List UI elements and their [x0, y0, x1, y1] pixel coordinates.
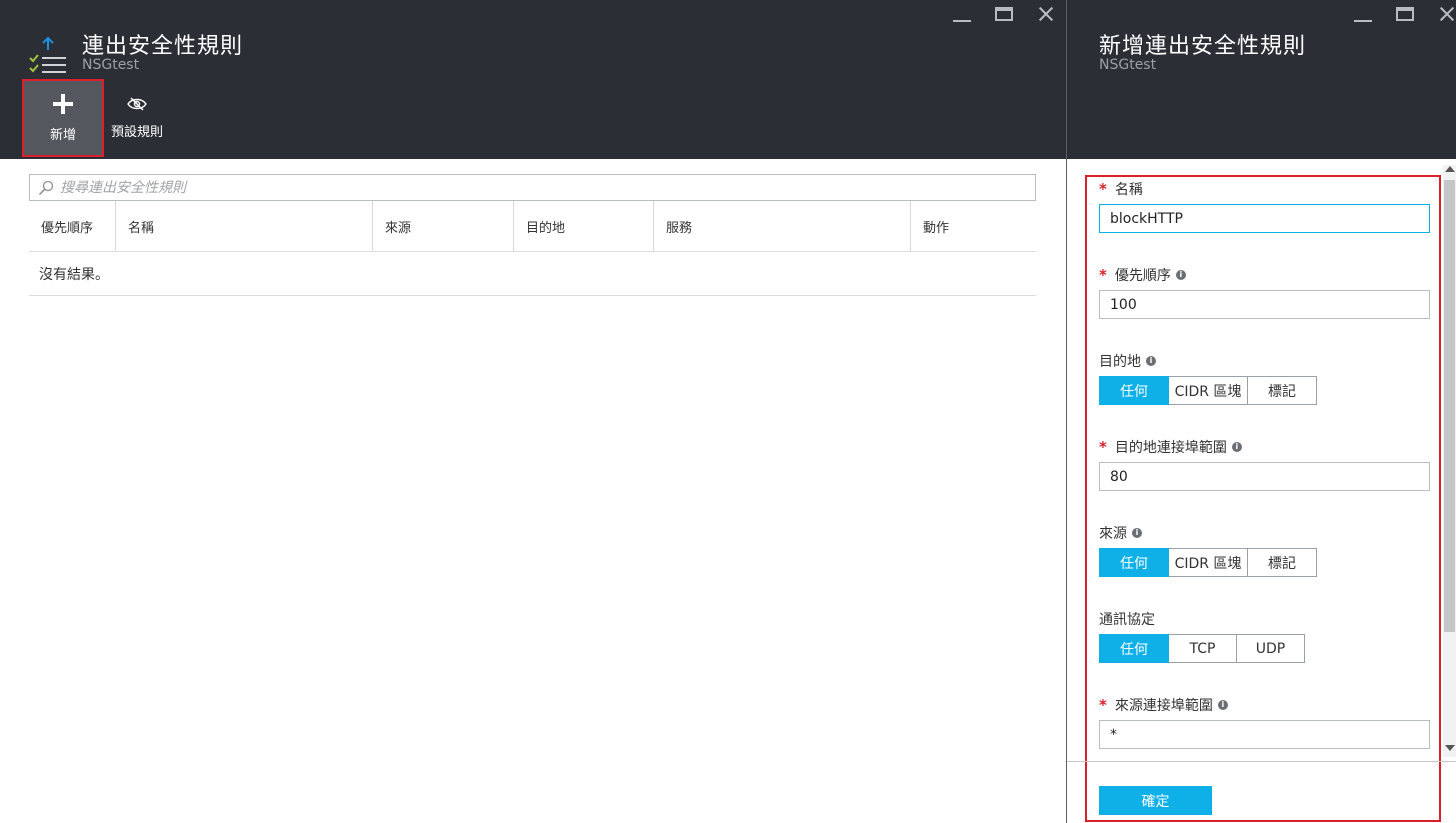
scroll-up-icon[interactable] — [1445, 166, 1455, 172]
source-option-tag[interactable]: 標記 — [1248, 548, 1317, 577]
protocol-selector: 任何 TCP UDP — [1099, 634, 1305, 663]
portal-workspace: 連出安全性規則 NSGtest 新增 預設規則 搜尋連出安全性規則 優先順序 名… — [0, 0, 1456, 823]
required-marker: * — [1099, 266, 1107, 284]
protocol-option-any[interactable]: 任何 — [1099, 634, 1169, 663]
required-marker: * — [1099, 696, 1107, 714]
command-bar: 新增 預設規則 — [22, 79, 169, 157]
blade-header: 連出安全性規則 NSGtest 新增 預設規則 — [0, 0, 1066, 159]
ok-button[interactable]: 確定 — [1099, 786, 1212, 815]
destination-option-tag[interactable]: 標記 — [1248, 376, 1317, 405]
blade-header: 新增連出安全性規則 NSGtest — [1067, 0, 1456, 159]
destination-label-text: 目的地 — [1099, 354, 1141, 370]
info-icon[interactable]: i — [1132, 528, 1142, 538]
security-rules-icon — [29, 36, 66, 73]
outbound-rules-blade: 連出安全性規則 NSGtest 新增 預設規則 搜尋連出安全性規則 優先順序 名… — [0, 0, 1066, 823]
blade-subtitle: NSGtest — [1099, 57, 1157, 73]
rules-grid: 優先順序 名稱 來源 目的地 服務 動作 沒有結果。 — [29, 201, 1036, 296]
page-title: 連出安全性規則 — [82, 34, 244, 59]
protocol-option-udp[interactable]: UDP — [1237, 634, 1305, 663]
name-label: * 名稱 — [1099, 180, 1143, 198]
grid-header: 優先順序 名稱 來源 目的地 服務 動作 — [29, 201, 1036, 252]
window-controls — [950, 4, 1058, 24]
source-selector: 任何 CIDR 區塊 標記 — [1099, 548, 1317, 577]
destination-option-any[interactable]: 任何 — [1099, 376, 1169, 405]
name-input[interactable] — [1099, 204, 1430, 233]
protocol-label-text: 通訊協定 — [1099, 612, 1155, 628]
source-label: 來源 i — [1099, 524, 1142, 542]
source-label-text: 來源 — [1099, 526, 1127, 542]
source-port-label-text: 來源連接埠範圍 — [1114, 698, 1213, 714]
plus-icon — [53, 93, 73, 114]
minimize-icon[interactable] — [1351, 4, 1375, 24]
add-button[interactable]: 新增 — [22, 79, 104, 157]
priority-label-text: 優先順序 — [1114, 268, 1171, 284]
info-icon[interactable]: i — [1231, 442, 1242, 452]
priority-label: * 優先順序 i — [1099, 266, 1186, 284]
destination-label: 目的地 i — [1099, 352, 1156, 370]
protocol-label: 通訊協定 — [1099, 610, 1155, 628]
source-option-cidr[interactable]: CIDR 區塊 — [1169, 548, 1248, 577]
maximize-icon[interactable] — [1393, 4, 1417, 24]
search-icon — [38, 180, 54, 195]
priority-input[interactable] — [1099, 290, 1430, 319]
column-action[interactable]: 動作 — [911, 201, 1036, 251]
column-source[interactable]: 來源 — [373, 201, 514, 251]
info-icon[interactable]: i — [1146, 356, 1156, 366]
add-outbound-rule-blade: 新增連出安全性規則 NSGtest * 名稱 * 優先順序 i 目的地 i 任何 CID… — [1066, 0, 1456, 823]
required-marker: * — [1099, 180, 1107, 198]
name-label-text: 名稱 — [1114, 182, 1143, 198]
search-input[interactable] — [60, 179, 1020, 196]
scrollbar-thumb[interactable] — [1444, 180, 1455, 632]
destination-option-cidr[interactable]: CIDR 區塊 — [1169, 376, 1248, 405]
scroll-down-icon[interactable] — [1445, 745, 1455, 751]
protocol-option-tcp[interactable]: TCP — [1169, 634, 1237, 663]
window-controls — [1351, 4, 1456, 24]
source-port-input[interactable] — [1099, 720, 1430, 749]
info-icon[interactable]: i — [1175, 270, 1186, 280]
destination-port-label-text: 目的地連接埠範圍 — [1114, 440, 1227, 456]
search-box — [29, 174, 1036, 201]
default-rules-button[interactable]: 預設規則 — [105, 79, 169, 157]
maximize-icon[interactable] — [992, 4, 1016, 24]
destination-selector: 任何 CIDR 區塊 標記 — [1099, 376, 1317, 405]
page-subtitle: NSGtest — [82, 57, 140, 73]
empty-message: 沒有結果。 — [29, 252, 1036, 296]
column-name[interactable]: 名稱 — [116, 201, 373, 251]
default-rules-label: 預設規則 — [110, 124, 163, 140]
source-port-label: * 來源連接埠範圍 i — [1099, 696, 1228, 714]
minimize-icon[interactable] — [950, 4, 974, 24]
column-service[interactable]: 服務 — [654, 201, 911, 251]
close-icon[interactable] — [1034, 4, 1058, 24]
footer-divider — [1067, 761, 1456, 762]
add-button-label: 新增 — [49, 127, 76, 143]
eye-hidden-icon — [127, 97, 147, 110]
destination-port-input[interactable] — [1099, 462, 1430, 491]
source-option-any[interactable]: 任何 — [1099, 548, 1169, 577]
close-icon[interactable] — [1435, 4, 1456, 24]
blade-title: 新增連出安全性規則 — [1099, 34, 1307, 59]
column-destination[interactable]: 目的地 — [514, 201, 654, 251]
destination-port-label: * 目的地連接埠範圍 i — [1099, 438, 1242, 456]
info-icon[interactable]: i — [1217, 700, 1228, 710]
column-priority[interactable]: 優先順序 — [29, 201, 116, 251]
required-marker: * — [1099, 438, 1107, 456]
